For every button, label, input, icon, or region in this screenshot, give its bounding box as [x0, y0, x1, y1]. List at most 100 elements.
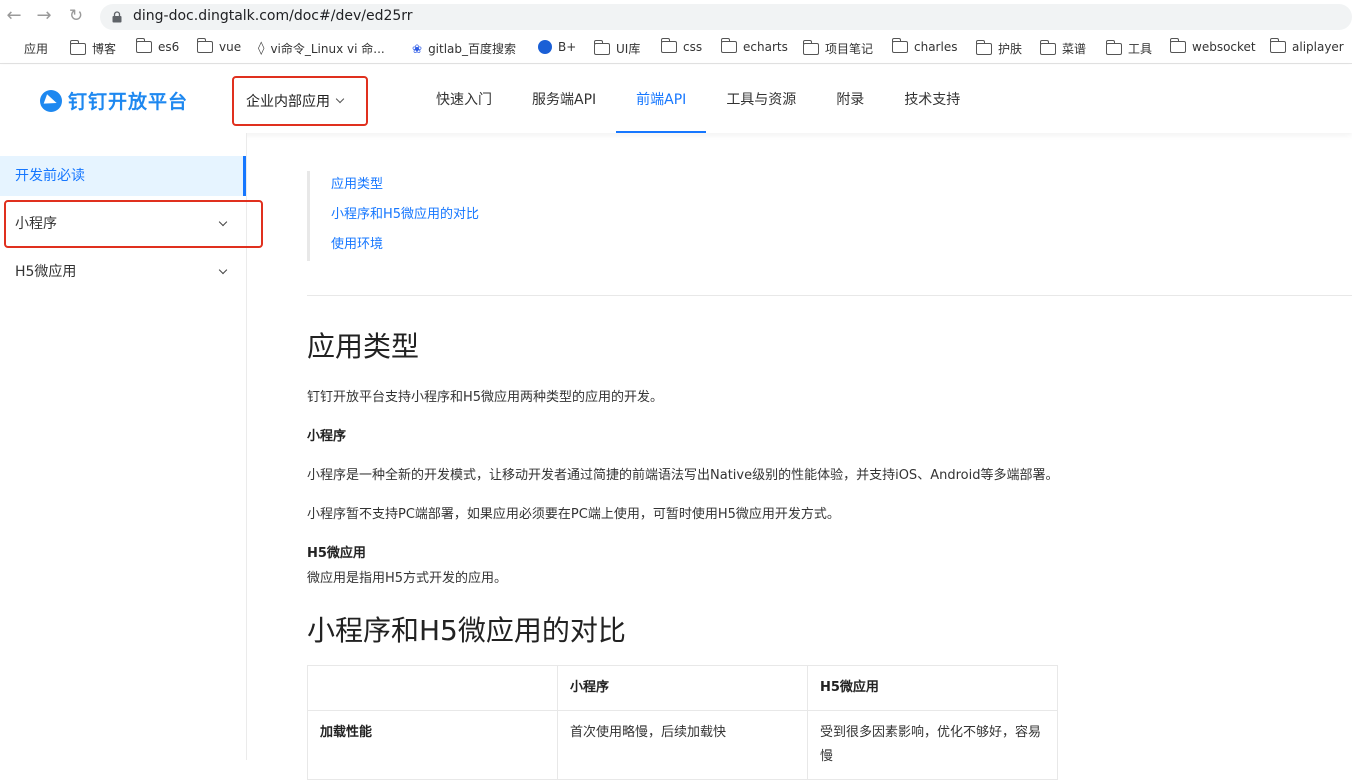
bookmark-label: css: [683, 40, 703, 54]
lock-icon: [112, 11, 122, 23]
sidebar-item-label: H5微应用: [15, 264, 77, 280]
paragraph: 小程序是一种全新的开发模式，让移动开发者通过简捷的前端语法写出Native级别的…: [307, 468, 1059, 483]
divider: [307, 295, 1352, 296]
bookmark-label: 项目笔记: [825, 42, 874, 56]
bookmark-folder[interactable]: 工具: [1105, 39, 1153, 57]
back-arrow-icon[interactable]: ←: [4, 6, 24, 26]
bookmark-label: gitlab_百度搜索: [428, 42, 517, 56]
table-header-row: 小程序 H5微应用: [307, 665, 1058, 711]
folder-icon: [196, 38, 213, 53]
nav-support[interactable]: 技术支持: [884, 65, 980, 133]
bookmarks-bar: 应用 博客 es6 vue ◊ vi命令_Linux vi 命... ❀ gitla…: [0, 34, 1352, 64]
table-header-cell: [307, 665, 558, 711]
paragraph: 微应用是指用H5方式开发的应用。: [307, 571, 508, 586]
bookmark-label: 菜谱: [1062, 42, 1087, 56]
table-cell: 加载性能: [307, 710, 558, 780]
bookmark-label: websocket: [1192, 40, 1256, 54]
bookmark-label: echarts: [743, 40, 788, 54]
bookmark-label: es6: [158, 40, 180, 54]
bookmark-label: charles: [914, 40, 958, 54]
bookmark-label: 博客: [92, 42, 117, 56]
sidebar-item-h5[interactable]: H5微应用: [0, 252, 246, 292]
folder-icon: [135, 38, 152, 53]
bookmark-link[interactable]: ◊ vi命令_Linux vi 命...: [258, 40, 385, 57]
logo-text: 钉钉开放平台: [68, 91, 189, 113]
apps-icon: [6, 43, 18, 55]
globe-icon: [538, 40, 552, 54]
chevron-down-icon: [218, 265, 228, 275]
chevron-down-icon: [335, 94, 345, 104]
nav-appendix[interactable]: 附录: [816, 65, 884, 133]
bookmark-folder[interactable]: es6: [135, 38, 180, 54]
reload-icon[interactable]: ↻: [66, 6, 86, 26]
section-title: 小程序和H5微应用的对比: [307, 614, 626, 647]
bookmark-apps[interactable]: 应用: [6, 40, 48, 57]
bookmark-folder[interactable]: 菜谱: [1039, 39, 1087, 57]
table-header-cell: H5微应用: [807, 665, 1058, 711]
paragraph: 钉钉开放平台支持小程序和H5微应用两种类型的应用的开发。: [307, 390, 664, 405]
toc-link[interactable]: 应用类型: [331, 171, 607, 201]
nav-quickstart[interactable]: 快速入门: [416, 65, 512, 133]
folder-icon: [1269, 38, 1286, 53]
dingtalk-logo-icon: [40, 89, 62, 112]
paragraph: 小程序暂不支持PC端部署，如果应用必须要在PC端上使用，可暂时使用H5微应用开发…: [307, 507, 840, 522]
folder-icon: [975, 39, 992, 55]
bookmark-folder[interactable]: 项目笔记: [802, 39, 874, 57]
subheading: 小程序: [307, 429, 347, 444]
sidebar-item-prerequisites[interactable]: 开发前必读: [0, 156, 246, 196]
site-header: 钉钉开放平台 企业内部应用 快速入门 服务端API 前端API 工具与资源 附录…: [0, 65, 1352, 133]
bookmark-label: 工具: [1128, 42, 1153, 56]
toc-link[interactable]: 小程序和H5微应用的对比: [331, 201, 607, 231]
nav-tools[interactable]: 工具与资源: [706, 65, 816, 133]
bookmark-folder[interactable]: vue: [196, 38, 242, 54]
forward-arrow-icon[interactable]: →: [34, 6, 54, 26]
app-type-label: 企业内部应用: [246, 94, 330, 110]
subheading: H5微应用: [307, 546, 366, 561]
folder-icon: [1039, 39, 1056, 55]
table-of-contents: 应用类型 小程序和H5微应用的对比 使用环境: [307, 171, 607, 261]
section-title: 应用类型: [307, 330, 420, 363]
comparison-table: 小程序 H5微应用 加载性能 首次使用略慢，后续加载快 受到很多因素影响，优化不…: [307, 665, 1058, 780]
url-text: ding-doc.dingtalk.com/doc#/dev/ed25rr: [133, 8, 413, 24]
top-nav: 快速入门 服务端API 前端API 工具与资源 附录 技术支持: [416, 65, 980, 133]
bookmark-label: UI库: [616, 42, 641, 56]
bookmark-label: B+: [558, 40, 577, 54]
folder-icon: [1169, 38, 1186, 53]
bookmark-folder[interactable]: websocket: [1169, 38, 1256, 54]
sidebar-item-label: 开发前必读: [15, 168, 85, 184]
bookmark-link[interactable]: B+: [538, 40, 576, 54]
bookmark-folder[interactable]: css: [660, 38, 703, 54]
bookmark-folder[interactable]: UI库: [593, 39, 641, 57]
browser-toolbar: ← → ↻ ding-doc.dingtalk.com/doc#/dev/ed2…: [0, 0, 1352, 34]
bookmark-label: 护肤: [998, 42, 1023, 56]
table-cell: 受到很多因素影响，优化不够好，容易慢: [807, 710, 1058, 780]
app-type-dropdown[interactable]: 企业内部应用: [232, 76, 368, 126]
folder-icon: [891, 38, 908, 53]
bookmark-label: vue: [219, 40, 242, 54]
folder-icon: [69, 39, 86, 55]
folder-icon: [593, 39, 610, 55]
diamond-icon: ◊: [258, 41, 265, 56]
nav-frontend-api[interactable]: 前端API: [616, 65, 707, 133]
toc-link[interactable]: 使用环境: [331, 231, 607, 261]
sidebar: 开发前必读 小程序 H5微应用: [0, 133, 263, 760]
baidu-paw-icon: ❀: [412, 41, 423, 56]
bookmark-label: aliplayer: [1292, 40, 1344, 54]
table-header-cell: 小程序: [557, 665, 808, 711]
bookmark-folder[interactable]: 博客: [69, 39, 117, 57]
bookmark-folder[interactable]: echarts: [720, 38, 788, 54]
table-cell: 首次使用略慢，后续加载快: [557, 710, 808, 780]
bookmark-label: 应用: [24, 42, 49, 56]
folder-icon: [720, 38, 737, 53]
site-logo[interactable]: 钉钉开放平台: [40, 87, 188, 114]
table-row: 加载性能 首次使用略慢，后续加载快 受到很多因素影响，优化不够好，容易慢: [307, 710, 1058, 780]
bookmark-link[interactable]: ❀ gitlab_百度搜索: [412, 40, 516, 57]
nav-server-api[interactable]: 服务端API: [512, 65, 616, 133]
bookmark-folder[interactable]: aliplayer: [1269, 38, 1344, 54]
bookmark-folder[interactable]: charles: [891, 38, 958, 54]
doc-content: 应用类型 小程序和H5微应用的对比 使用环境 应用类型 钉钉开放平台支持小程序和…: [307, 133, 1352, 780]
address-bar[interactable]: ding-doc.dingtalk.com/doc#/dev/ed25rr: [100, 4, 1352, 30]
highlight-box: [4, 200, 263, 248]
bookmark-folder[interactable]: 护肤: [975, 39, 1023, 57]
bookmark-label: vi命令_Linux vi 命...: [270, 42, 385, 56]
